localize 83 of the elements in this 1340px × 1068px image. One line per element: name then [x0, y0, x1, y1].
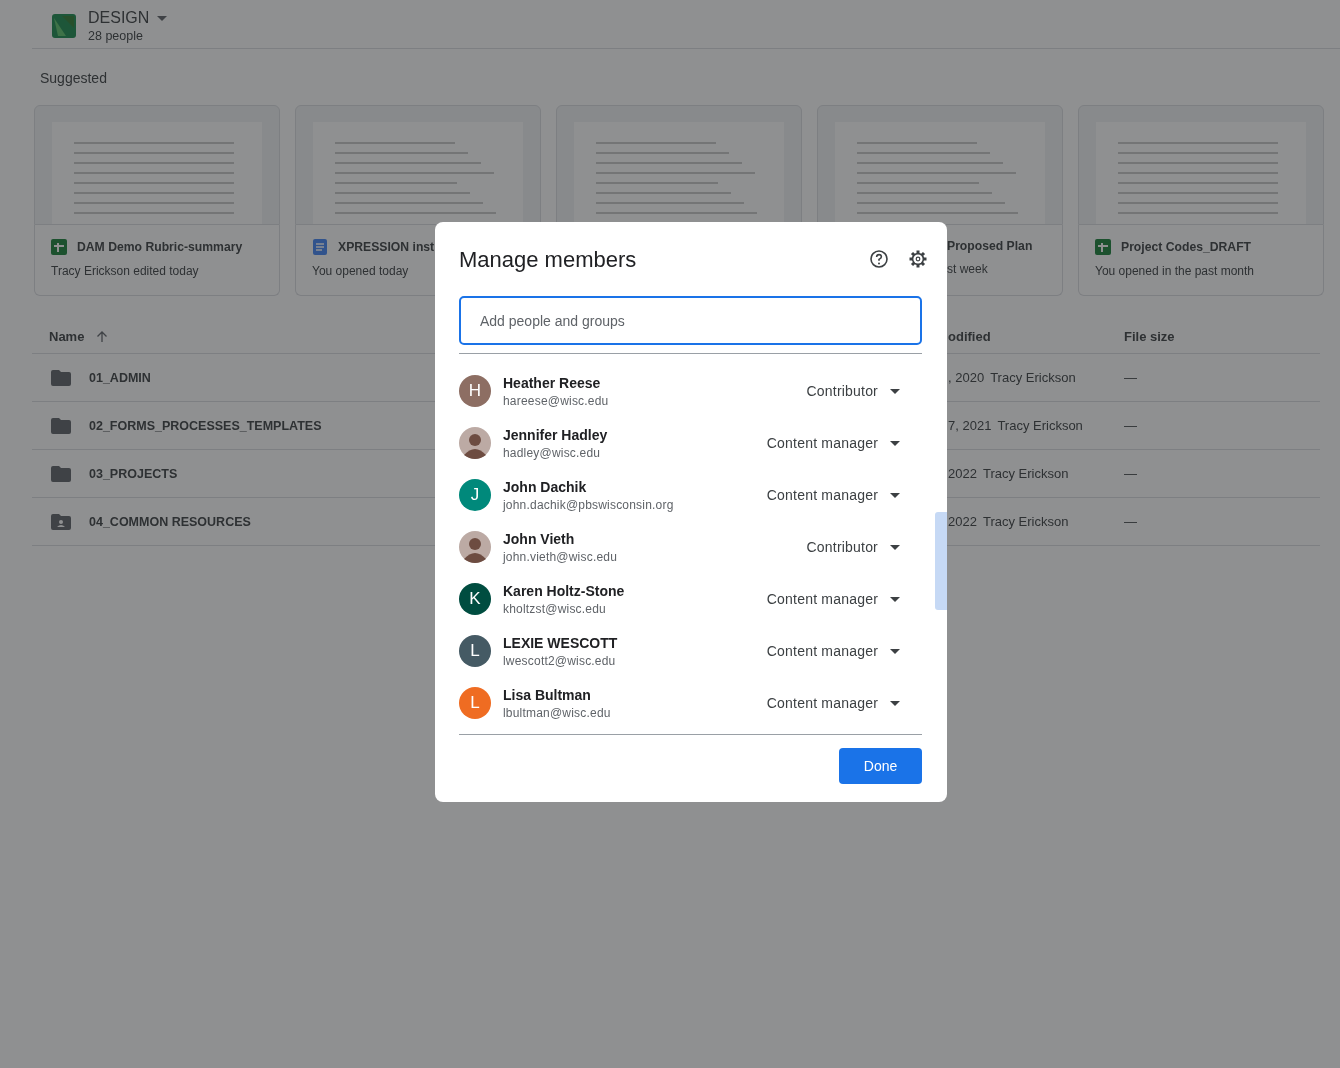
shared-drive-title[interactable]: DESIGN: [88, 9, 150, 27]
member-email: john.dachik@pbswisconsin.org: [503, 497, 675, 512]
caret-icon: [890, 596, 900, 602]
done-button[interactable]: Done: [839, 748, 922, 784]
role-dropdown[interactable]: Content manager: [766, 435, 922, 451]
column-header[interactable]: Name: [49, 329, 85, 344]
avatar: K: [459, 583, 491, 615]
file-title: Project Codes_DRAFT: [1121, 240, 1252, 255]
avatar: L: [459, 687, 491, 719]
file-title: DAM Demo Rubric-summary: [77, 240, 243, 255]
role-dropdown[interactable]: Content manager: [766, 591, 922, 607]
folder-icon: [51, 417, 71, 434]
role-dropdown[interactable]: Content manager: [766, 695, 922, 711]
file-card-footer[interactable]: Project Codes_DRAFT You opened in the past month: [1078, 225, 1324, 296]
modified-date: , 2020: [948, 370, 985, 385]
sort-arrow-icon[interactable]: [96, 330, 109, 343]
member-name: Lisa Bultman: [503, 686, 592, 703]
member-email: lbultman@wisc.edu: [503, 705, 612, 720]
modified-date: 2022: [948, 466, 977, 481]
caret-icon: [890, 440, 900, 446]
member-email: hadley@wisc.edu: [503, 445, 602, 460]
avatar-icon: [459, 427, 491, 459]
caret-icon: [890, 492, 900, 498]
file-activity: st week: [947, 262, 989, 277]
folder-name: 02_FORMS_PROCESSES_TEMPLATES: [89, 418, 322, 433]
file-size: —: [1124, 514, 1137, 529]
folder-icon: [51, 369, 71, 386]
modified-date: 7, 2021: [948, 418, 992, 433]
role-dropdown[interactable]: Contributor: [806, 383, 922, 399]
add-people-field[interactable]: Add people and groups: [459, 296, 922, 345]
avatar: H: [459, 375, 491, 407]
member-name: Heather Reese: [503, 374, 602, 391]
member-name: Jennifer Hadley: [503, 426, 609, 443]
role-dropdown[interactable]: Contributor: [806, 539, 922, 555]
file-size: —: [1124, 370, 1137, 385]
file-card-footer[interactable]: DAM Demo Rubric-summary Tracy Erickson edited today: [34, 225, 280, 296]
folder-name: 04_COMMON RESOURCES: [89, 514, 251, 529]
caret-icon: [890, 544, 900, 550]
drive-logo-icon: [52, 14, 76, 38]
modified-by: Tracy Erickson: [982, 514, 1069, 529]
member-email: kholtzst@wisc.edu: [503, 601, 607, 616]
section-heading: Suggested: [40, 70, 108, 86]
folder-icon: [51, 465, 71, 482]
scrollbar-thumb[interactable]: [935, 512, 947, 610]
avatar-icon: [459, 531, 491, 563]
column-header[interactable]: File size: [1124, 329, 1175, 344]
caret-icon: [890, 700, 900, 706]
role-dropdown[interactable]: Content manager: [766, 487, 922, 503]
help-icon[interactable]: [869, 249, 889, 269]
caret-icon[interactable]: [157, 15, 168, 21]
modified-date: 2022: [948, 514, 977, 529]
member-email: lwescott2@wisc.edu: [503, 653, 617, 668]
modified-by: Tracy Erickson: [990, 370, 1076, 385]
member-name: John Vieth: [503, 530, 576, 547]
folder-name: 03_PROJECTS: [89, 466, 178, 481]
member-count: 28 people: [88, 29, 144, 43]
avatar: J: [459, 479, 491, 511]
role-dropdown[interactable]: Content manager: [766, 643, 922, 659]
spreadsheet-icon: [51, 239, 67, 256]
file-activity: You opened in the past month: [1095, 264, 1256, 279]
member-name: LEXIE WESCOTT: [503, 634, 619, 651]
file-activity: Tracy Erickson edited today: [51, 264, 200, 279]
modified-by: Tracy Erickson: [997, 418, 1083, 433]
member-name: Karen Holtz-Stone: [503, 582, 626, 599]
member-name: John Dachik: [503, 478, 588, 495]
shared-folder-icon: [51, 513, 71, 530]
file-size: —: [1124, 418, 1137, 433]
dialog-title: Manage members: [459, 247, 637, 273]
document-icon: [312, 239, 328, 256]
avatar: L: [459, 635, 491, 667]
caret-icon: [890, 648, 900, 654]
modified-by: Tracy Erickson: [982, 466, 1069, 481]
member-email: john.vieth@wisc.edu: [503, 549, 619, 564]
spreadsheet-icon: [1095, 239, 1111, 256]
caret-icon: [890, 388, 900, 394]
column-header[interactable]: odified: [948, 329, 991, 344]
file-title: Proposed Plan: [947, 239, 1033, 254]
file-activity: You opened today: [312, 264, 410, 279]
member-email: hareese@wisc.edu: [503, 393, 610, 408]
file-title: XPRESSION inst: [338, 240, 435, 255]
settings-icon[interactable]: [908, 249, 928, 269]
file-size: —: [1124, 466, 1137, 481]
folder-name: 01_ADMIN: [89, 370, 151, 385]
